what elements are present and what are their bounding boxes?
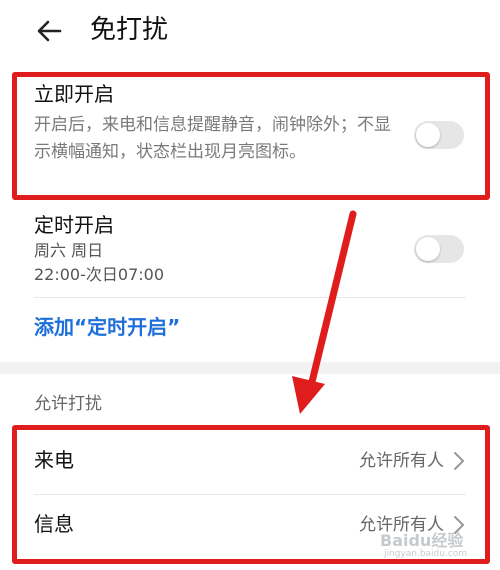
immediate-toggle[interactable] [414, 121, 464, 149]
toggle-knob [416, 237, 440, 261]
list-item-label: 信息 [34, 512, 74, 536]
arrow-left-icon[interactable] [34, 16, 64, 46]
toggle-knob [416, 123, 440, 147]
add-schedule-link[interactable]: 添加“定时开启” [34, 313, 180, 341]
immediate-description: 开启后，来电和信息提醒静音，闹钟除外；不显示横幅通知，状态栏出现月亮图标。 [34, 115, 391, 162]
list-item-label: 来电 [34, 448, 74, 472]
divider [34, 494, 466, 495]
scheduled-days: 周六 周日 [34, 241, 104, 260]
list-item-messages[interactable]: 信息 允许所有人 [0, 496, 500, 556]
divider [34, 297, 466, 298]
chevron-right-icon [454, 452, 464, 470]
list-item-value: 允许所有人 [359, 451, 444, 471]
list-item-value: 允许所有人 [359, 515, 444, 535]
scheduled-title: 定时开启 [34, 213, 114, 237]
section-gap [0, 362, 500, 374]
allow-section-label: 允许打扰 [34, 394, 102, 414]
chevron-right-icon [454, 516, 464, 534]
immediate-title: 立即开启 [34, 82, 114, 106]
dnd-settings-page: 免打扰 立即开启 开启后，来电和信息提醒静音，闹钟除外；不显示横幅通知，状态栏出… [0, 0, 500, 570]
list-item-calls[interactable]: 来电 允许所有人 [0, 432, 500, 492]
header: 免打扰 [0, 0, 500, 64]
page-title: 免打扰 [90, 15, 169, 45]
scheduled-time: 22:00-次日07:00 [34, 265, 164, 284]
scheduled-toggle[interactable] [414, 235, 464, 263]
